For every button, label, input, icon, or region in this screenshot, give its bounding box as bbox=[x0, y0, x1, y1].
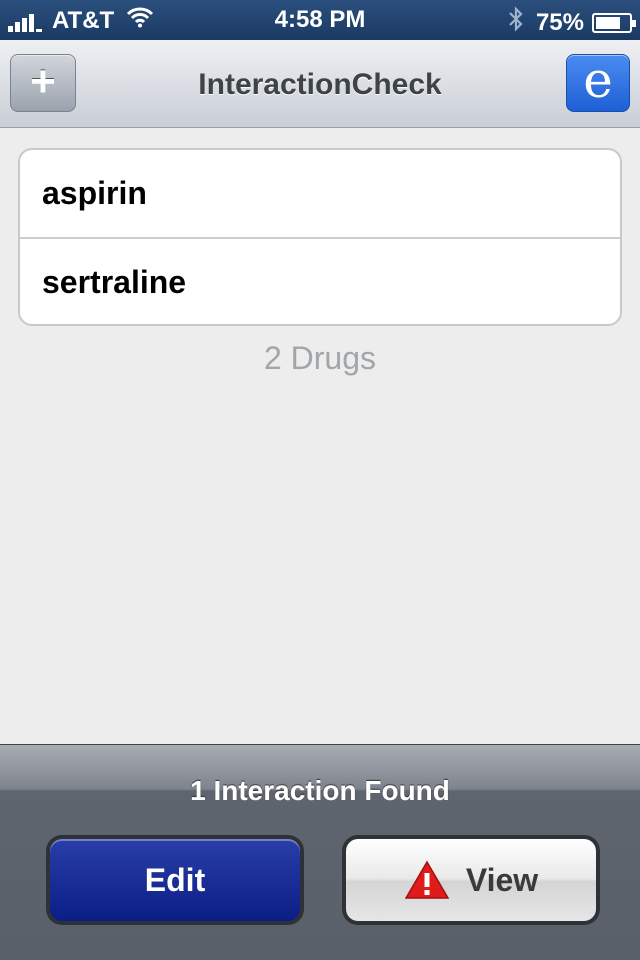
interaction-status: 1 Interaction Found bbox=[190, 775, 450, 806]
drug-list-item[interactable]: sertraline bbox=[20, 237, 620, 324]
view-button-label: View bbox=[465, 861, 539, 898]
edit-button-label: Edit bbox=[144, 861, 206, 898]
bottom-panel: 1 Interaction Found Edit View bbox=[0, 744, 640, 960]
view-button[interactable]: View bbox=[346, 839, 596, 921]
battery-percent: 75% bbox=[535, 8, 584, 36]
drug-list-item[interactable]: aspirin bbox=[20, 150, 620, 237]
warning-triangle-icon bbox=[404, 860, 450, 900]
drug-list: aspirin sertraline bbox=[18, 148, 622, 326]
nav-bar: + InteractionCheck e bbox=[0, 40, 640, 128]
page-title: InteractionCheck bbox=[198, 68, 442, 101]
battery-icon bbox=[592, 12, 636, 33]
e-button[interactable]: e bbox=[566, 54, 630, 112]
view-button-frame: View bbox=[342, 835, 600, 925]
status-right: 75% bbox=[508, 6, 636, 39]
drug-count-label: 2 Drugs bbox=[263, 340, 377, 376]
battery-fill bbox=[596, 16, 620, 29]
edit-button[interactable]: Edit bbox=[50, 839, 300, 921]
status-bar: AT&T 4:58 PM 75% bbox=[0, 0, 640, 40]
edit-button-frame: Edit bbox=[46, 835, 304, 925]
bluetooth-icon bbox=[508, 6, 524, 39]
